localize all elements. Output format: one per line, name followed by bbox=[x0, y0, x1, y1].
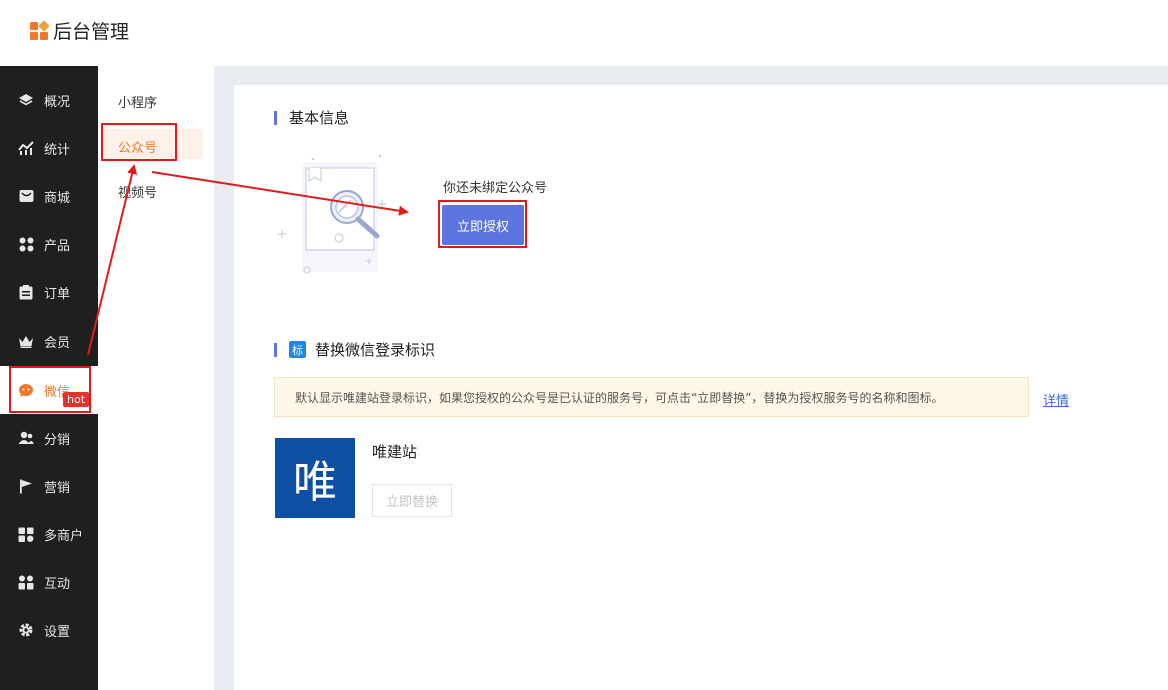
sidebar-item-marketing[interactable]: 营销 bbox=[0, 462, 98, 510]
section-marker bbox=[274, 342, 277, 357]
sidebar-item-label: 会员 bbox=[44, 335, 71, 351]
sidebar-item-label: 分销 bbox=[44, 432, 71, 448]
replace-button[interactable]: 立即替换 bbox=[372, 484, 452, 517]
empty-state-illustration bbox=[276, 152, 396, 277]
store-icon bbox=[17, 187, 35, 205]
annotation-box-wechat bbox=[9, 366, 91, 413]
merchant-icon bbox=[17, 525, 35, 543]
sidebar-item-store[interactable]: 商城 bbox=[0, 172, 98, 220]
notice-text: 默认显示唯建站登录标识，如果您授权的公众号是已认证的服务号，可点击“立即替换”，… bbox=[295, 390, 944, 405]
sidebar-item-orders[interactable]: 订单 bbox=[0, 268, 98, 316]
annotation-box-official-account bbox=[101, 123, 177, 161]
flag-icon bbox=[17, 477, 35, 495]
chart-icon bbox=[17, 139, 35, 157]
tag-icon: 标 bbox=[289, 341, 306, 358]
sidebar-item-distribution[interactable]: 分销 bbox=[0, 414, 98, 462]
sidebar-item-stats[interactable]: 统计 bbox=[0, 124, 98, 172]
crown-icon bbox=[17, 332, 35, 350]
grid-icon bbox=[17, 235, 35, 253]
sidebar-item-overview[interactable]: 概况 bbox=[0, 76, 98, 124]
annotation-box-authorize bbox=[438, 200, 527, 248]
clipboard-icon bbox=[17, 283, 35, 301]
logo[interactable]: 后台管理 bbox=[30, 17, 129, 44]
layers-icon bbox=[17, 91, 35, 109]
top-bar: 后台管理 bbox=[0, 0, 1168, 66]
subnav-item-channels[interactable]: 视频号 bbox=[118, 182, 157, 201]
site-name: 唯建站 bbox=[372, 443, 418, 461]
unbound-message: 你还未绑定公众号 bbox=[443, 181, 548, 196]
notice-banner: 默认显示唯建站登录标识，如果您授权的公众号是已认证的服务号，可点击“立即替换”，… bbox=[274, 377, 1029, 417]
sidebar-item-members[interactable]: 会员 bbox=[0, 317, 98, 365]
sidebar-item-label: 统计 bbox=[44, 142, 71, 158]
gear-icon bbox=[17, 621, 35, 639]
sidebar-item-label: 订单 bbox=[44, 286, 71, 302]
sidebar-item-label: 营销 bbox=[44, 480, 71, 496]
sidebar-item-label: 商城 bbox=[44, 190, 71, 206]
sidebar-item-label: 产品 bbox=[44, 238, 71, 254]
subnav-item-mini-program[interactable]: 小程序 bbox=[118, 92, 157, 111]
users-icon bbox=[17, 429, 35, 447]
site-logo-avatar: 唯 bbox=[275, 438, 355, 518]
detail-link[interactable]: 详情 bbox=[1043, 390, 1069, 409]
sidebar-item-multi-merchant[interactable]: 多商户 bbox=[0, 510, 98, 558]
sidebar-item-label: 互动 bbox=[44, 576, 71, 592]
section-title: 基本信息 bbox=[289, 109, 350, 127]
app-title: 后台管理 bbox=[53, 21, 130, 43]
section-marker bbox=[274, 110, 277, 125]
sidebar-item-label: 设置 bbox=[44, 624, 71, 640]
interact-icon bbox=[17, 573, 35, 591]
sidebar-item-label: 概况 bbox=[44, 94, 71, 110]
sidebar-item-interaction[interactable]: 互动 bbox=[0, 558, 98, 606]
logo-icon bbox=[30, 19, 50, 40]
section-title: 替换微信登录标识 bbox=[315, 341, 436, 359]
sidebar-item-product[interactable]: 产品 bbox=[0, 220, 98, 268]
section-replace-logo: 标 替换微信登录标识 bbox=[274, 339, 435, 360]
sidebar-item-label: 多商户 bbox=[44, 528, 84, 544]
section-basic-info: 基本信息 bbox=[274, 107, 349, 128]
sidebar-item-settings[interactable]: 设置 bbox=[0, 606, 98, 654]
